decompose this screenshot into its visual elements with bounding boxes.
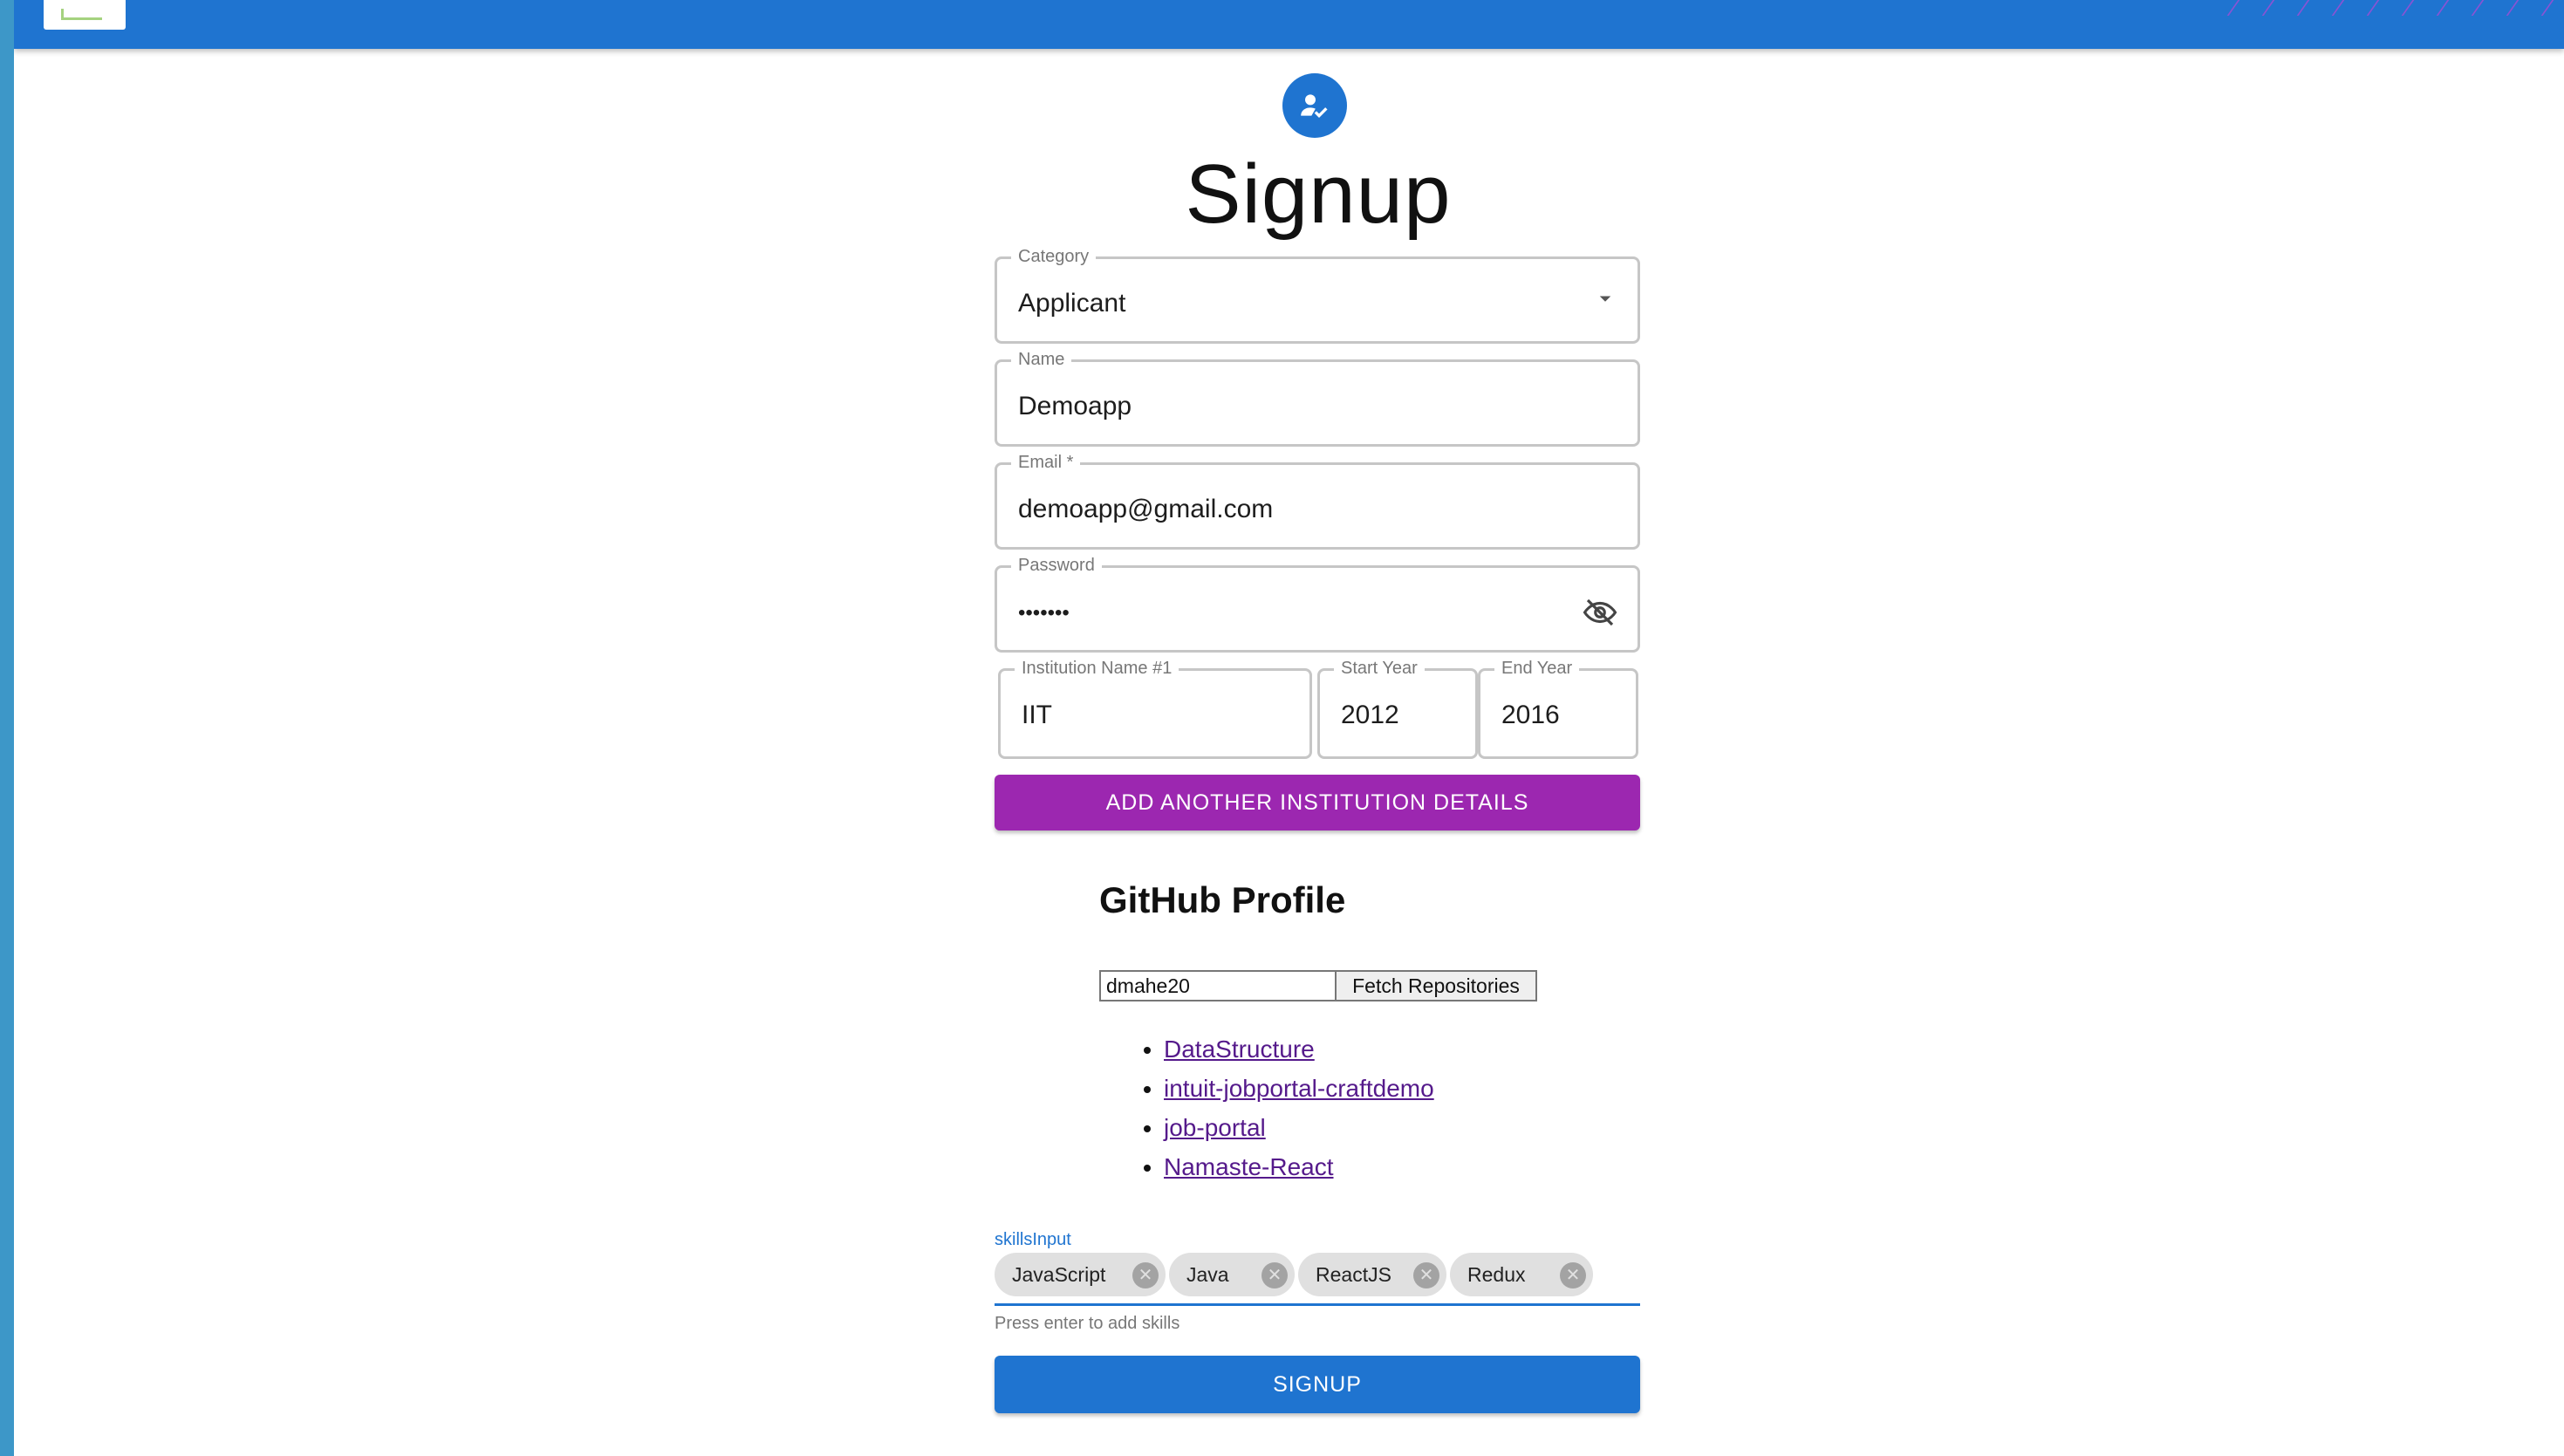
institution-name-field[interactable]: Institution Name #1 IIT: [998, 659, 1312, 759]
chip-remove-icon[interactable]: ✕: [1560, 1262, 1586, 1289]
category-select[interactable]: Category Applicant: [995, 247, 1640, 344]
app-frame: Signup Category Applicant Name Demoapp E…: [14, 0, 2564, 1456]
add-institution-button[interactable]: ADD ANOTHER INSTITUTION DETAILS: [995, 775, 1640, 831]
list-item: job-portal: [1164, 1108, 1434, 1147]
end-year-field[interactable]: End Year 2016: [1478, 659, 1638, 759]
chip-remove-icon[interactable]: ✕: [1413, 1262, 1439, 1289]
start-year-value[interactable]: 2012: [1341, 701, 1399, 730]
end-year-label: End Year: [1494, 659, 1580, 679]
app-logo[interactable]: [44, 0, 126, 30]
person-check-icon: [1282, 73, 1347, 138]
skill-chip-label: ReactJS: [1316, 1262, 1391, 1286]
skills-helper-text: Press enter to add skills: [995, 1314, 1180, 1333]
fetch-repositories-button[interactable]: Fetch Repositories: [1335, 970, 1537, 1001]
signup-button[interactable]: SIGNUP: [995, 1356, 1640, 1413]
repository-list: DataStructure intuit-jobportal-craftdemo…: [1134, 1029, 1434, 1186]
repo-link[interactable]: Namaste-React: [1164, 1153, 1334, 1180]
password-label: Password: [1011, 556, 1102, 576]
visibility-off-icon[interactable]: [1582, 594, 1618, 635]
top-app-bar: [14, 0, 2564, 49]
chip-remove-icon[interactable]: ✕: [1132, 1262, 1159, 1289]
skills-chip-input[interactable]: JavaScript ✕ Java ✕ ReactJS ✕ Redux ✕: [995, 1253, 1640, 1306]
dropdown-arrow-icon[interactable]: [1592, 285, 1618, 316]
github-username-input[interactable]: [1099, 970, 1337, 1001]
skill-chip: JavaScript ✕: [995, 1253, 1166, 1296]
decorative-stripes: [2215, 0, 2564, 16]
list-item: intuit-jobportal-craftdemo: [1164, 1069, 1434, 1108]
start-year-label: Start Year: [1334, 659, 1425, 679]
email-label: Email *: [1011, 453, 1081, 473]
skill-chip: Redux ✕: [1450, 1253, 1593, 1296]
category-label: Category: [1011, 247, 1097, 267]
institution-label: Institution Name #1: [1015, 659, 1179, 679]
repo-link[interactable]: DataStructure: [1164, 1036, 1315, 1063]
name-value[interactable]: Demoapp: [1018, 392, 1132, 421]
email-field[interactable]: Email * demoapp@gmail.com: [995, 453, 1640, 550]
end-year-value[interactable]: 2016: [1501, 701, 1560, 730]
name-label: Name: [1011, 350, 1072, 370]
skill-chip-label: JavaScript: [1012, 1262, 1106, 1286]
category-value: Applicant: [1018, 289, 1126, 318]
skill-chip-label: Java: [1186, 1262, 1229, 1286]
github-profile-heading: GitHub Profile: [1099, 879, 1346, 920]
name-field[interactable]: Name Demoapp: [995, 350, 1640, 447]
list-item: Namaste-React: [1164, 1147, 1434, 1186]
skill-chip: ReactJS ✕: [1298, 1253, 1446, 1296]
list-item: DataStructure: [1164, 1029, 1434, 1069]
repo-link[interactable]: intuit-jobportal-craftdemo: [1164, 1075, 1434, 1102]
password-field[interactable]: Password •••••••: [995, 556, 1640, 653]
repo-link[interactable]: job-portal: [1164, 1114, 1266, 1141]
skill-chip-label: Redux: [1467, 1262, 1526, 1286]
skill-chip: Java ✕: [1169, 1253, 1295, 1296]
email-value[interactable]: demoapp@gmail.com: [1018, 495, 1273, 524]
start-year-field[interactable]: Start Year 2012: [1317, 659, 1478, 759]
skills-input-label: skillsInput: [995, 1230, 1071, 1249]
password-value[interactable]: •••••••: [1018, 601, 1070, 625]
chip-remove-icon[interactable]: ✕: [1261, 1262, 1288, 1289]
page-title: Signup: [1185, 147, 1452, 241]
institution-value[interactable]: IIT: [1022, 701, 1052, 730]
